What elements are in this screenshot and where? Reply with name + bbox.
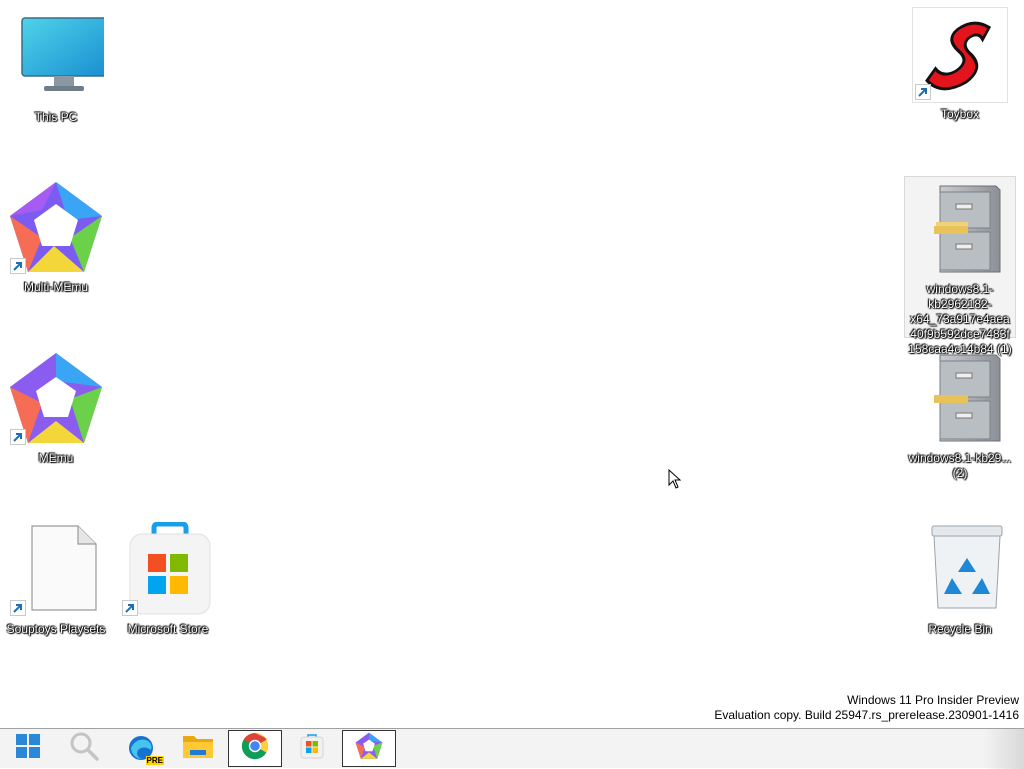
desktop-icon-toybox[interactable]: Toybox	[904, 7, 1016, 122]
toybox-s-logo-icon	[912, 7, 1008, 103]
file-explorer-icon	[182, 732, 214, 765]
watermark-line-1: Windows 11 Pro Insider Preview	[847, 693, 1019, 707]
desktop-icon-memu[interactable]: MEmu	[0, 351, 112, 466]
taskbar: PRE	[0, 728, 1024, 769]
file-explorer-button[interactable]	[171, 730, 225, 767]
watermark-line-2: Evaluation copy. Build 25947.rs_prerelea…	[714, 708, 1019, 722]
chrome-button[interactable]	[228, 730, 282, 767]
icon-label: This PC	[34, 110, 78, 124]
memu-icon	[8, 351, 104, 447]
edge-preview-icon: PRE	[126, 734, 164, 765]
microsoft-store-button[interactable]	[285, 730, 339, 767]
desktop-icon-kb2962182-archive-2[interactable]: windows8.1-kb29... (2)	[904, 351, 1016, 481]
chrome-icon	[241, 732, 269, 765]
icon-label: Multi-MEmu	[23, 280, 88, 294]
icon-label: windows8.1-kb29... (2)	[908, 451, 1012, 480]
memu-taskbar-button[interactable]	[342, 730, 396, 767]
evaluation-watermark: Windows 11 Pro Insider Preview Evaluatio…	[714, 693, 1019, 723]
desktop-icon-microsoft-store[interactable]: Microsoft Store	[112, 522, 224, 637]
desktop[interactable]: This PC Multi-MEmu MEmu Souptoys Playset…	[0, 0, 1024, 728]
microsoft-store-icon	[300, 733, 324, 764]
icon-label: Souptoys Playsets	[6, 622, 106, 636]
file-cabinet-icon	[912, 351, 1008, 447]
desktop-icon-multi-memu[interactable]: Multi-MEmu	[0, 180, 112, 295]
icon-label: Microsoft Store	[127, 622, 209, 636]
start-button[interactable]	[1, 730, 55, 767]
pre-badge: PRE	[145, 755, 164, 765]
icon-label: MEmu	[38, 451, 74, 465]
shortcut-arrow-icon	[10, 429, 26, 445]
desktop-icon-recycle-bin[interactable]: Recycle Bin	[904, 522, 1016, 637]
icon-label: Recycle Bin	[928, 622, 992, 636]
search-button[interactable]	[57, 730, 111, 767]
edge-preview-button[interactable]: PRE	[114, 730, 168, 767]
multi-memu-icon	[8, 180, 104, 276]
search-icon	[69, 731, 99, 766]
desktop-icon-souptoys-playsets[interactable]: Souptoys Playsets	[0, 522, 112, 637]
memu-icon	[354, 732, 384, 765]
microsoft-store-icon	[120, 522, 216, 618]
shortcut-arrow-icon	[10, 600, 26, 616]
file-cabinet-icon	[912, 182, 1008, 278]
start-icon	[15, 733, 41, 764]
show-desktop-button[interactable]	[984, 729, 1024, 769]
mouse-cursor-icon	[668, 468, 682, 494]
blank-file-icon	[8, 522, 104, 618]
desktop-icon-kb2962182-archive-1[interactable]: windows8.1-kb2962182-x64_73a917e4aea40f9…	[904, 176, 1016, 357]
monitor-icon	[8, 10, 104, 106]
icon-label: Toybox	[940, 107, 980, 121]
shortcut-arrow-icon	[915, 84, 931, 100]
desktop-icon-this-pc[interactable]: This PC	[0, 10, 112, 125]
shortcut-arrow-icon	[10, 258, 26, 274]
shortcut-arrow-icon	[122, 600, 138, 616]
recycle-bin-icon	[912, 522, 1008, 618]
icon-label: windows8.1-kb2962182-x64_73a917e4aea40f9…	[908, 282, 1012, 356]
